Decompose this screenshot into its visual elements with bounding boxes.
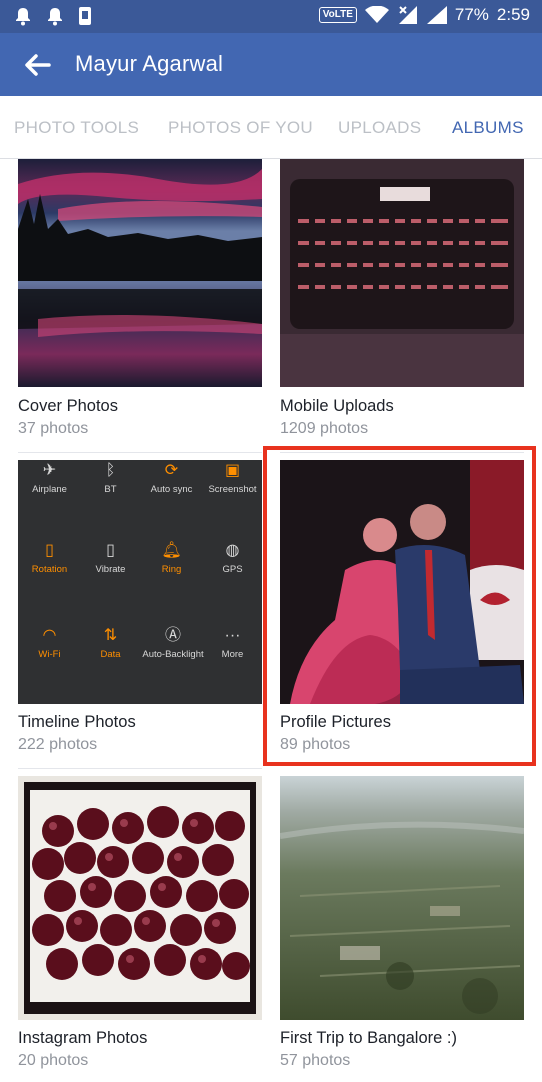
divider: [280, 452, 524, 453]
album-card-instagram-photos[interactable]: Instagram Photos 20 photos: [18, 776, 262, 1076]
system-icons: VoLTE 77% 2:59: [318, 5, 530, 25]
vibrate-icon: ▯ Vibrate: [95, 542, 126, 575]
album-grid: Cover Photos 37 photos Mobile Uploads 12…: [0, 159, 542, 1082]
clock: 2:59: [496, 5, 530, 24]
gps-icon: ◍ GPS: [222, 542, 243, 575]
album-name[interactable]: Mobile Uploads: [280, 397, 394, 416]
status-bar: VoLTE 77% 2:59: [0, 0, 542, 33]
album-name[interactable]: First Trip to Bangalore :): [280, 1029, 457, 1048]
wifi-status-icon: [364, 6, 389, 23]
notification-icons: [14, 6, 92, 26]
divider: [18, 768, 262, 769]
more-icon: ··· More: [221, 627, 244, 660]
album-count: 37 photos: [18, 420, 89, 437]
battery-level: 77%: [454, 5, 489, 24]
tab-photos-of-you[interactable]: PHOTOS OF YOU: [168, 118, 313, 138]
album-card-cover-photos[interactable]: Cover Photos 37 photos: [18, 159, 262, 444]
divider: [18, 452, 262, 453]
notification-bell-icon: [48, 8, 62, 26]
album-card-mobile-uploads[interactable]: Mobile Uploads 1209 photos: [280, 159, 524, 444]
page-title: Mayur Agarwal: [75, 51, 224, 76]
alarm-bell-icon: [16, 8, 30, 26]
tab-photo-tools[interactable]: PHOTO TOOLS: [14, 118, 139, 138]
album-name[interactable]: Cover Photos: [18, 397, 118, 416]
screenshot-icon: ▣ Screenshot: [208, 462, 257, 495]
signal-icon: [426, 6, 447, 24]
signal-off-icon: [398, 6, 417, 24]
volte-badge: VoLTE: [318, 7, 357, 23]
album-name[interactable]: Timeline Photos: [18, 713, 136, 732]
tab-albums[interactable]: ALBUMS: [452, 118, 524, 138]
album-cover-thumbnail[interactable]: [280, 776, 524, 1020]
album-cover-thumbnail[interactable]: [18, 776, 262, 1020]
back-arrow-icon[interactable]: [22, 51, 52, 79]
bell-icon: 🔔︎ Ring: [161, 542, 182, 575]
album-count: 89 photos: [280, 736, 351, 753]
sync-icon: ⟳ Auto sync: [150, 462, 193, 495]
airplane-icon: ✈ Airplane: [32, 462, 67, 495]
album-count: 1209 photos: [280, 420, 369, 437]
album-card-profile-pictures[interactable]: Profile Pictures 89 photos: [280, 460, 524, 760]
album-cover-thumbnail[interactable]: [18, 159, 262, 387]
tab-bar: PHOTO TOOLS PHOTOS OF YOU UPLOADS ALBUMS: [0, 96, 542, 159]
bluetooth-icon: ᛒ BT: [104, 462, 117, 495]
album-card-first-trip-to-bangalore[interactable]: First Trip to Bangalore :) 57 photos: [280, 776, 524, 1076]
phone-notification-icon: [79, 7, 91, 25]
album-name[interactable]: Profile Pictures: [280, 713, 391, 732]
wifi-icon: ◠ Wi-Fi: [38, 627, 61, 660]
data-icon: ⇅ Data: [100, 627, 121, 660]
album-cover-thumbnail[interactable]: [280, 159, 524, 387]
album-count: 20 photos: [18, 1052, 89, 1069]
album-card-timeline-photos[interactable]: ✈ Airplane ᛒ BT ⟳ Auto sync ▣ Screenshot ▯ Ro…: [18, 460, 262, 760]
tab-uploads[interactable]: UPLOADS: [338, 118, 421, 138]
album-count: 222 photos: [18, 736, 98, 753]
app-bar: Mayur Agarwal: [0, 33, 542, 96]
album-count: 57 photos: [280, 1052, 351, 1069]
album-cover-thumbnail[interactable]: ✈ Airplane ᛒ BT ⟳ Auto sync ▣ Screenshot ▯ Ro…: [18, 460, 262, 704]
album-cover-thumbnail[interactable]: [280, 460, 524, 704]
rotation-icon: ▯ Rotation: [31, 542, 68, 575]
album-name[interactable]: Instagram Photos: [18, 1029, 147, 1048]
backlight-icon: Ⓐ Auto-Backlight: [142, 627, 204, 660]
